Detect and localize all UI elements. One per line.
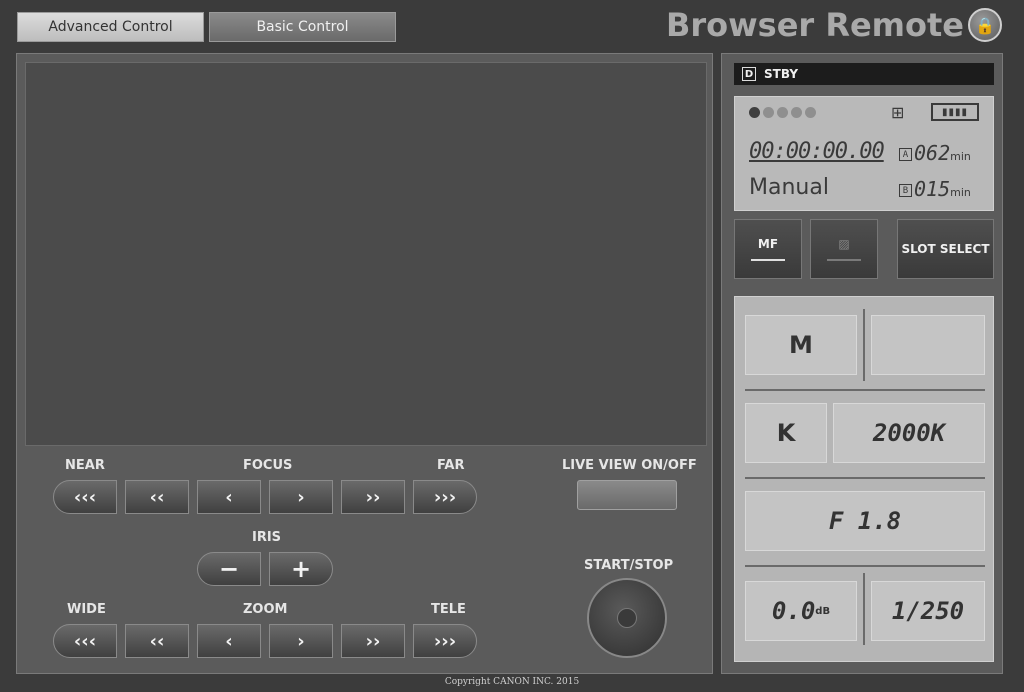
zoom-wide-slow-button[interactable]: ‹ — [197, 624, 261, 658]
exposure-setting[interactable] — [871, 315, 985, 375]
record-icon — [617, 608, 637, 628]
tab-basic-control[interactable]: Basic Control — [209, 12, 396, 42]
zoom-wide-medium-button[interactable]: ‹‹ — [125, 624, 189, 658]
slot-b-remaining: B 015min — [899, 177, 971, 201]
shooting-mode: Manual — [749, 175, 829, 200]
focus-far-label: FAR — [437, 458, 465, 473]
iris-plus-button[interactable]: + — [269, 552, 333, 586]
photo-icon: ▨ — [838, 237, 850, 251]
zoom-title: ZOOM — [243, 602, 288, 617]
lcd-display: ⊞ ▮▮▮▮ 00:00:00.00 Manual A 062min B 015mi… — [734, 96, 994, 211]
focus-near-fast-button[interactable]: ‹‹‹ — [53, 480, 117, 514]
focus-far-medium-button[interactable]: ›› — [341, 480, 405, 514]
app-title: Browser Remote — [665, 6, 964, 44]
status-panel: D STBY ⊞ ▮▮▮▮ 00:00:00.00 Manual A 062min… — [721, 53, 1003, 674]
live-view-area — [25, 62, 707, 446]
live-view-label: LIVE VIEW ON/OFF — [562, 458, 697, 473]
iris-minus-button[interactable]: − — [197, 552, 261, 586]
signal-dots — [749, 107, 816, 118]
focus-near-medium-button[interactable]: ‹‹ — [125, 480, 189, 514]
tab-advanced-control[interactable]: Advanced Control — [17, 12, 204, 42]
focus-title: FOCUS — [243, 458, 293, 473]
zoom-tele-fast-button[interactable]: ››› — [413, 624, 477, 658]
zoom-tele-medium-button[interactable]: ›› — [341, 624, 405, 658]
mode-icon: D — [742, 67, 756, 81]
status-text: STBY — [764, 67, 799, 81]
slot-a-remaining: A 062min — [899, 141, 971, 165]
start-stop-label: START/STOP — [584, 558, 674, 573]
slot-select-button[interactable]: SLOT SELECT — [897, 219, 994, 279]
mf-button[interactable]: MF — [734, 219, 802, 279]
aperture-value[interactable]: F 1.8 — [745, 491, 985, 551]
lock-icon[interactable]: 🔒 — [968, 8, 1002, 42]
zoom-tele-label: TELE — [431, 602, 466, 617]
focus-far-fast-button[interactable]: ››› — [413, 480, 477, 514]
focus-near-label: NEAR — [65, 458, 105, 473]
slot-a-icon: A — [899, 148, 912, 161]
zoom-wide-fast-button[interactable]: ‹‹‹ — [53, 624, 117, 658]
zoom-wide-label: WIDE — [67, 602, 106, 617]
focus-far-slow-button[interactable]: › — [269, 480, 333, 514]
exposure-mode[interactable]: M — [745, 315, 857, 375]
start-stop-button[interactable] — [587, 578, 667, 658]
iris-title: IRIS — [252, 530, 282, 545]
battery-icon: ▮▮▮▮ — [931, 103, 979, 121]
shutter-speed-value[interactable]: 1/250 — [871, 581, 985, 641]
gain-value[interactable]: 0.0 dB — [745, 581, 857, 641]
main-panel: NEAR FOCUS FAR ‹‹‹ ‹‹ ‹ › ›› ››› IRIS − … — [16, 53, 713, 674]
network-icon: ⊞ — [891, 103, 905, 122]
timecode: 00:00:00.00 — [749, 139, 885, 164]
white-balance-mode[interactable]: K — [745, 403, 827, 463]
white-balance-value[interactable]: 2000K — [833, 403, 985, 463]
live-view-toggle-button[interactable] — [577, 480, 677, 510]
focus-near-slow-button[interactable]: ‹ — [197, 480, 261, 514]
slot-b-icon: B — [899, 184, 912, 197]
camera-settings-panel: M K 2000K F 1.8 0.0 dB 1/250 — [734, 296, 994, 662]
photo-button[interactable]: ▨ — [810, 219, 878, 279]
zoom-tele-slow-button[interactable]: › — [269, 624, 333, 658]
status-bar: D STBY — [734, 63, 994, 85]
copyright-text: Copyright CANON INC. 2015 — [444, 677, 580, 687]
